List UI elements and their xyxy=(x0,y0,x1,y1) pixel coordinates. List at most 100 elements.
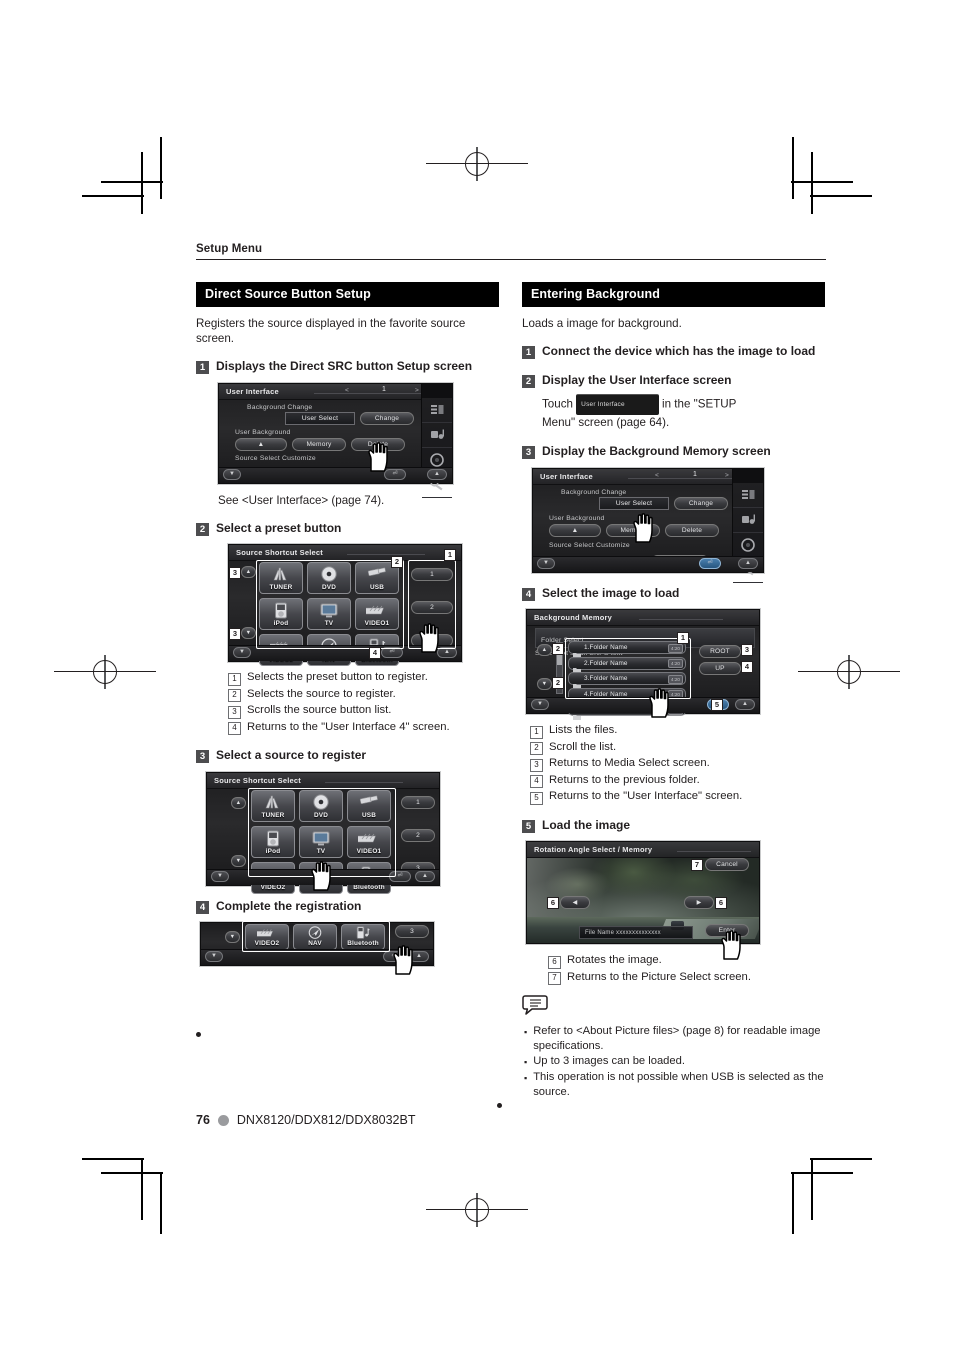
screen-title: Source Shortcut Select xyxy=(214,775,301,785)
source-button-ipod[interactable]: iPod xyxy=(259,598,303,630)
callout-3-bottom: 3 xyxy=(229,628,241,640)
source-button-ipod[interactable]: iPod xyxy=(251,825,295,858)
page-number: 76 xyxy=(196,1113,210,1127)
screen-background-memory: Background Memory Folder Select SNPS tex… xyxy=(526,609,760,720)
source-button-dvd[interactable]: DVD xyxy=(299,789,343,822)
scroll-up-button[interactable]: ▲ xyxy=(241,566,256,578)
page-content: Setup Menu Direct Source Button Setup Re… xyxy=(196,243,826,1100)
volume-up-pill[interactable]: ▲ xyxy=(415,870,435,882)
change-button[interactable]: Change xyxy=(674,497,728,510)
rotate-right-button[interactable]: ▶ xyxy=(684,896,714,909)
scroll-up-button[interactable]: ▲ xyxy=(537,644,552,656)
note-bubble-icon xyxy=(522,994,825,1021)
bullet-dot: ▪ xyxy=(524,1057,528,1067)
note-text: Rotates the image. xyxy=(567,954,662,966)
scroll-down-button[interactable]: ▼ xyxy=(225,931,240,943)
source-button-dvd[interactable]: DVD xyxy=(307,562,351,594)
note-text: Returns to the previous folder. xyxy=(549,773,700,786)
step-text: Connect the device which has the image t… xyxy=(542,344,816,358)
eject-button[interactable]: ▲ xyxy=(235,437,287,451)
bullet-dot: ▪ xyxy=(524,1073,528,1083)
change-button[interactable]: Change xyxy=(360,412,414,425)
up-button[interactable]: UP xyxy=(699,662,741,675)
page-footer: 76 DNX8120/DDX812/DDX8032BT xyxy=(196,1113,415,1127)
note-number: 6 xyxy=(548,955,561,969)
volume-down-pill[interactable]: ▼ xyxy=(211,870,229,882)
preset-button-2[interactable]: 2 xyxy=(401,828,435,842)
list-icon[interactable] xyxy=(733,483,763,508)
return-pill[interactable]: ⏎ xyxy=(699,557,721,569)
scroll-down-button[interactable]: ▼ xyxy=(241,627,256,639)
left-step-1: 1 Displays the Direct SRC button Setup s… xyxy=(196,359,499,375)
source-button-tv[interactable]: TV xyxy=(307,598,351,630)
folder-row[interactable]: 1.Folder Name 4:20 xyxy=(568,641,686,658)
cancel-button[interactable]: Cancel xyxy=(705,858,749,871)
source-button-tuner[interactable]: TUNER xyxy=(251,789,295,822)
file-name-bar: File Name xxxxxxxxxxxxxx xyxy=(579,926,693,939)
registration-mark-bottom xyxy=(426,1193,528,1227)
note-number: 2 xyxy=(530,742,543,755)
volume-down-pill[interactable]: ▼ xyxy=(531,699,549,710)
scroll-down-button[interactable]: ▼ xyxy=(537,678,552,690)
scroll-down-button[interactable]: ▼ xyxy=(231,854,246,867)
bullet-dot: ▪ xyxy=(524,1027,528,1037)
source-button-bluetooth[interactable]: Bluetooth xyxy=(341,924,385,950)
delete-button[interactable]: Delete xyxy=(665,523,719,537)
root-button[interactable]: ROOT xyxy=(699,645,741,658)
volume-up-pill[interactable]: ▲ xyxy=(735,699,755,710)
note-text: Selects the preset button to register. xyxy=(247,671,428,683)
step-number: 4 xyxy=(196,900,209,914)
volume-down-pill[interactable]: ▼ xyxy=(223,468,241,480)
prev-page-arrow[interactable]: < xyxy=(655,472,659,479)
folder-row[interactable]: 2.Folder Name 4:20 xyxy=(568,656,686,673)
preset-button-1[interactable]: 1 xyxy=(411,568,453,581)
next-page-arrow[interactable]: > xyxy=(725,472,729,479)
left-step-3: 3 Select a source to register xyxy=(196,748,499,764)
callout-1: 1 xyxy=(677,632,689,644)
bullet-item: ▪ Refer to <About Picture files> (page 8… xyxy=(522,1024,825,1054)
next-page-arrow[interactable]: > xyxy=(415,387,419,394)
note-text: Selects the source to register. xyxy=(247,687,396,700)
eject-button[interactable]: ▲ xyxy=(549,523,601,537)
source-button-video2[interactable]: VIDEO2 xyxy=(245,924,289,950)
screen-title-bar: User Interface < 1 > xyxy=(533,468,763,485)
step-number: 1 xyxy=(522,346,535,359)
step-number: 2 xyxy=(522,374,535,388)
folder-row[interactable]: 3.Folder Name 4:20 xyxy=(568,672,686,689)
volume-down-pill[interactable]: ▼ xyxy=(205,951,223,962)
callout-4: 4 xyxy=(369,647,381,659)
return-pill[interactable]: ⏎ xyxy=(381,647,403,658)
note-item: 2 Selects the source to register. xyxy=(228,687,499,702)
volume-down-pill[interactable]: ▼ xyxy=(233,647,251,658)
audio-icon[interactable] xyxy=(733,508,763,533)
disc-icon[interactable] xyxy=(733,533,763,558)
return-pill[interactable]: ⏎ xyxy=(389,870,411,882)
left-step-4: 4 Complete the registration xyxy=(196,899,499,915)
list-icon[interactable] xyxy=(422,398,452,423)
source-button-usb[interactable]: USB xyxy=(347,789,391,822)
crop-mark-bl-h2 xyxy=(101,1172,163,1174)
volume-up-pill[interactable]: ▲ xyxy=(427,468,447,480)
preset-button-2[interactable]: 2 xyxy=(411,601,453,614)
source-button-nav[interactable]: NAV xyxy=(293,924,337,950)
preset-button-1[interactable]: 1 xyxy=(401,795,435,809)
volume-up-pill[interactable]: ▲ xyxy=(738,557,758,569)
hand-cursor xyxy=(649,688,669,718)
source-button-video1[interactable]: VIDEO1 xyxy=(347,825,391,858)
memory-button[interactable]: Memory xyxy=(292,437,346,451)
preset-button-3[interactable]: 3 xyxy=(395,925,429,938)
touch-instruction: Touch User Interface in the "SETUP Menu"… xyxy=(542,394,825,431)
rotate-left-button[interactable]: ◀ xyxy=(560,896,590,909)
audio-icon[interactable] xyxy=(422,423,452,448)
step-number: 1 xyxy=(196,361,209,374)
user-interface-inline-button[interactable]: User Interface xyxy=(576,394,659,415)
screen-title-bar: Source Shortcut Select xyxy=(207,772,439,789)
note-number: 5 xyxy=(530,791,543,805)
source-button-video1[interactable]: VIDEO1 xyxy=(355,598,399,630)
volume-down-pill[interactable]: ▼ xyxy=(537,557,555,569)
source-button-tuner[interactable]: TUNER xyxy=(259,562,303,594)
page-indicator: 1 xyxy=(382,386,387,393)
scroll-up-button[interactable]: ▲ xyxy=(231,796,246,809)
prev-page-arrow[interactable]: < xyxy=(345,387,349,394)
source-button-tv[interactable]: TV xyxy=(299,825,343,858)
